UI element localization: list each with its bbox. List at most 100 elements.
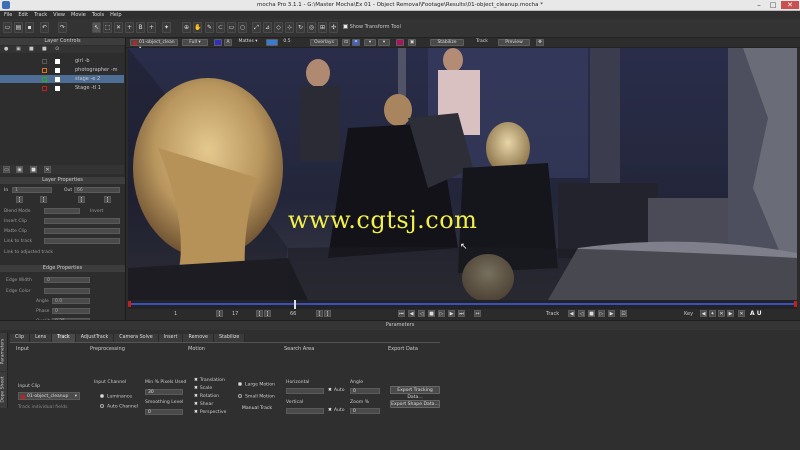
min-pixels-field[interactable]: 30 bbox=[145, 389, 183, 395]
x-spline-icon[interactable]: ✕ bbox=[114, 22, 123, 33]
blend-mode-select[interactable] bbox=[44, 208, 80, 214]
magnet-icon[interactable]: ⊂ bbox=[216, 22, 225, 33]
out-field[interactable]: 66 bbox=[74, 187, 120, 193]
rotation-checkbox[interactable]: ✖ Rotation bbox=[194, 394, 219, 399]
hand-icon[interactable]: ✋ bbox=[193, 22, 202, 33]
scale-icon[interactable]: ⤢ bbox=[252, 22, 261, 33]
timeline-bar[interactable] bbox=[128, 300, 797, 309]
show-transform-tool[interactable]: Show Transform Tool bbox=[343, 24, 401, 30]
stop-icon[interactable]: ■ bbox=[428, 310, 435, 317]
loop-icon[interactable]: ↔ bbox=[474, 310, 481, 317]
surface-icon[interactable]: ⌗ bbox=[352, 39, 360, 46]
scale-checkbox[interactable]: ✖ Scale bbox=[194, 386, 212, 391]
magenta-swatch[interactable] bbox=[396, 39, 404, 46]
angle-field[interactable]: 0 bbox=[350, 388, 380, 394]
horizontal-field[interactable] bbox=[286, 388, 324, 394]
menu-track[interactable]: Track bbox=[34, 12, 47, 18]
close-button[interactable]: ✕ bbox=[781, 1, 799, 9]
first-frame-icon[interactable]: ⏮ bbox=[398, 310, 405, 317]
prev-keyframe-icon[interactable]: ◀ bbox=[700, 310, 707, 317]
in-point-marker[interactable] bbox=[128, 301, 131, 307]
prev-key-icon[interactable]: [ bbox=[216, 310, 223, 317]
vertical-auto-checkbox[interactable]: ✖ Auto bbox=[328, 408, 345, 413]
side-tab-parameters[interactable]: Parameters bbox=[0, 333, 8, 371]
track-forward-icon[interactable]: ▶ bbox=[608, 310, 615, 317]
open-icon[interactable]: ▤ bbox=[14, 22, 23, 33]
play-forward-icon[interactable]: ▷ bbox=[438, 310, 445, 317]
edge-width-field[interactable]: 0 bbox=[44, 277, 90, 283]
rect-icon[interactable]: ▭ bbox=[227, 22, 236, 33]
tracking-overlay-icon[interactable]: ⊡ bbox=[342, 39, 350, 46]
undo-icon[interactable]: ↶ bbox=[40, 22, 49, 33]
rotate-icon[interactable]: ↻ bbox=[296, 22, 305, 33]
set-in-next-icon[interactable]: ] bbox=[40, 196, 47, 203]
layer-matte-swatch[interactable] bbox=[55, 58, 60, 64]
menu-tools[interactable]: Tools bbox=[92, 12, 104, 18]
input-clip-select[interactable]: 01-object_cleanup ▾ bbox=[18, 392, 80, 400]
set-in-icon[interactable]: [ bbox=[256, 310, 263, 317]
layer-matte-swatch[interactable] bbox=[55, 76, 60, 82]
perspective-icon[interactable]: ◇ bbox=[274, 22, 283, 33]
next-keyframe-icon[interactable]: ▶ bbox=[727, 310, 734, 317]
clip-selector[interactable]: 01-object_clean ▾ bbox=[130, 39, 178, 51]
layer-row[interactable]: photographer -m bbox=[0, 66, 124, 74]
shear-checkbox[interactable]: ✖ Shear bbox=[194, 402, 213, 407]
new-project-icon[interactable]: ▭ bbox=[3, 22, 12, 33]
delete-all-keys-icon[interactable]: ✕ bbox=[738, 310, 745, 317]
shear-icon[interactable]: ⊿ bbox=[263, 22, 272, 33]
brush-icon[interactable]: ✎ bbox=[205, 22, 214, 33]
select-all-icon[interactable]: ⬚ bbox=[103, 22, 112, 33]
side-tab-dope-sheet[interactable]: Dope Sheet bbox=[0, 372, 8, 408]
tab-stabilize[interactable]: Stabilize bbox=[213, 334, 246, 342]
track-button[interactable]: Track bbox=[468, 39, 496, 46]
auto-channel-radio[interactable]: Auto Channel bbox=[100, 404, 138, 410]
origin-icon[interactable]: ✣ bbox=[329, 22, 338, 33]
tab-track[interactable]: Track bbox=[52, 334, 76, 342]
tab-clip[interactable]: Clip bbox=[10, 334, 31, 342]
delete-layer-icon[interactable]: ✕ bbox=[44, 166, 51, 173]
tab-lens[interactable]: Lens bbox=[30, 334, 53, 342]
manual-track-button[interactable]: Manual Track bbox=[238, 404, 276, 412]
maximize-button[interactable]: □ bbox=[766, 1, 780, 9]
layer-row-selected[interactable]: stage -e 2 bbox=[0, 75, 124, 83]
playhead-marker[interactable] bbox=[294, 300, 296, 309]
set-in-prev-icon[interactable]: [ bbox=[16, 196, 23, 203]
track-options-icon[interactable]: ⊡ bbox=[620, 310, 627, 317]
track-stop-icon[interactable]: ■ bbox=[588, 310, 595, 317]
horizontal-auto-checkbox[interactable]: ✖ Auto bbox=[328, 388, 345, 393]
export-shape-data-button[interactable]: Export Shape Data... bbox=[390, 400, 440, 408]
stabilize-button[interactable]: Stabilize bbox=[430, 39, 464, 46]
show-transform-checkbox[interactable] bbox=[343, 24, 348, 29]
tab-insert[interactable]: Insert bbox=[158, 334, 184, 342]
point-icon[interactable]: ✦ bbox=[162, 22, 171, 33]
tab-remove[interactable]: Remove bbox=[183, 334, 214, 342]
menu-help[interactable]: Help bbox=[110, 12, 121, 18]
move-icon[interactable]: ⊹ bbox=[285, 22, 294, 33]
duplicate-layer-icon[interactable]: ▣ bbox=[16, 166, 23, 173]
next-frame-icon[interactable]: ▶ bbox=[448, 310, 455, 317]
mattes-select[interactable]: Mattes ▾ bbox=[234, 39, 262, 46]
redo-icon[interactable]: ↷ bbox=[58, 22, 67, 33]
range-out-icon[interactable]: ] bbox=[324, 310, 331, 317]
layer-row[interactable]: Stage -tl 1 bbox=[0, 84, 124, 92]
small-motion-radio[interactable]: Small Motion bbox=[238, 394, 275, 400]
add-keyframe-icon[interactable]: ✦ bbox=[709, 310, 716, 317]
zoom-value[interactable]: 0.5 bbox=[280, 39, 294, 46]
menu-edit[interactable]: Edit bbox=[18, 12, 28, 18]
preview-button[interactable]: Preview bbox=[498, 39, 530, 46]
edge-color-field[interactable] bbox=[44, 288, 90, 294]
warp-icon[interactable]: ◎ bbox=[307, 22, 316, 33]
track-back-icon[interactable]: ◀ bbox=[568, 310, 575, 317]
layer-matte-swatch[interactable] bbox=[55, 67, 60, 73]
save-icon[interactable]: ▪ bbox=[25, 22, 34, 33]
viewer-canvas[interactable]: www.cgtsj.com ↖ bbox=[128, 48, 797, 300]
set-out-prev-icon[interactable]: [ bbox=[78, 196, 85, 203]
grid-icon[interactable]: ▾ bbox=[364, 39, 376, 46]
bezier-icon[interactable]: B bbox=[136, 22, 145, 33]
current-frame[interactable]: 66 bbox=[290, 311, 296, 317]
zoom-field[interactable]: 0 bbox=[350, 408, 380, 414]
perspective-checkbox[interactable]: ✖ Perspective bbox=[194, 410, 226, 415]
track-individual-fields-checkbox[interactable]: Track individual fields bbox=[18, 405, 68, 410]
matte-color-icon[interactable] bbox=[266, 39, 278, 46]
menu-movie[interactable]: Movie bbox=[71, 12, 86, 18]
